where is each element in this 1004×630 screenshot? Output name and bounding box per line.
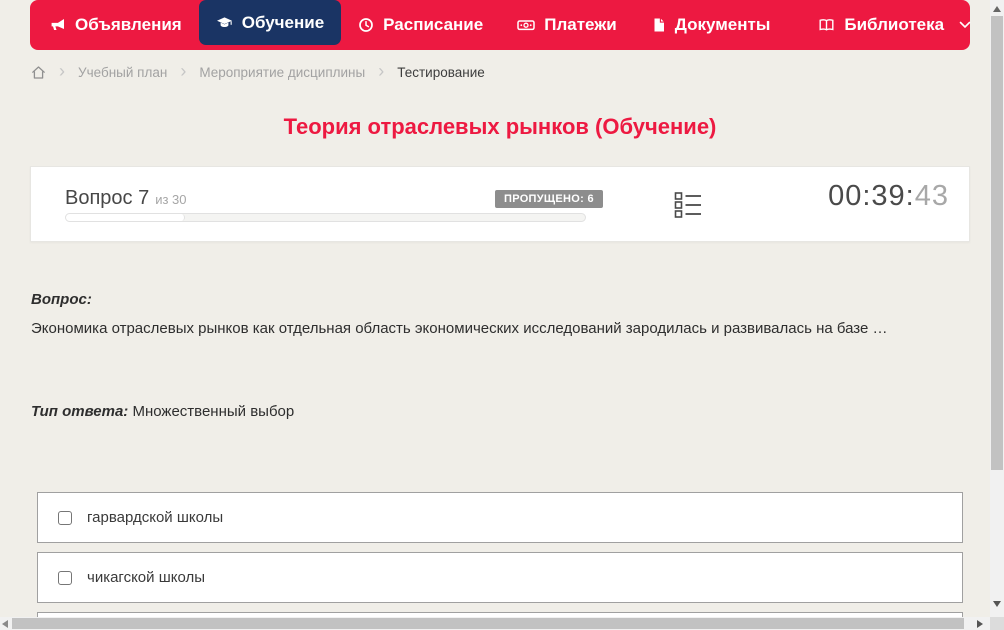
nav-item-label: Документы bbox=[674, 15, 771, 34]
nav-item-label: Объявления bbox=[75, 15, 182, 34]
quiz-page: Объявления Обучение Расписание Платежи Д… bbox=[0, 0, 1004, 630]
vertical-scrollbar[interactable] bbox=[990, 0, 1004, 617]
question-total-label: из 30 bbox=[155, 192, 187, 207]
skipped-badge: ПРОПУЩЕНО: 6 bbox=[495, 190, 603, 208]
answer-type-value: Множественный выбор bbox=[132, 403, 295, 420]
answer-option-1[interactable]: гарвардской школы bbox=[37, 492, 963, 543]
breadcrumb-item-testing: Тестирование bbox=[397, 64, 485, 80]
breadcrumb-separator: › bbox=[59, 61, 65, 81]
document-icon bbox=[651, 17, 666, 33]
breadcrumb-item-curriculum[interactable]: Учебный план bbox=[78, 65, 167, 80]
home-icon[interactable] bbox=[31, 65, 46, 80]
page-title: Теория отраслевых рынков (Обучение) bbox=[283, 114, 717, 139]
horizontal-scrollbar-thumb[interactable] bbox=[12, 618, 964, 629]
main-nav: Объявления Обучение Расписание Платежи Д… bbox=[30, 0, 971, 50]
breadcrumb: › Учебный план › Мероприятие дисциплины … bbox=[31, 60, 485, 84]
nav-item-schedule[interactable]: Расписание bbox=[341, 0, 500, 50]
timer-minutes: 00:39: bbox=[828, 180, 915, 212]
answer-option-label: чикагской школы bbox=[87, 569, 206, 586]
nav-item-payments[interactable]: Платежи bbox=[500, 0, 634, 50]
nav-item-learning[interactable]: Обучение bbox=[198, 0, 342, 45]
timer: 00:39:43 bbox=[828, 180, 949, 213]
clock-icon bbox=[358, 17, 374, 33]
scroll-left-arrow-icon[interactable] bbox=[2, 620, 8, 628]
question-number: Вопрос 7 из 30 bbox=[65, 187, 187, 210]
nav-item-label: Платежи bbox=[544, 15, 617, 34]
answer-type-label: Тип ответа: bbox=[31, 403, 129, 420]
scroll-up-arrow-icon[interactable] bbox=[993, 6, 1001, 12]
nav-item-library[interactable]: Библиотека bbox=[801, 0, 988, 50]
answer-option-2[interactable]: чикагской школы bbox=[37, 552, 963, 603]
nav-item-documents[interactable]: Документы bbox=[634, 0, 788, 50]
vertical-scrollbar-thumb[interactable] bbox=[991, 16, 1003, 470]
answer-type-row: Тип ответа: Множественный выбор bbox=[31, 403, 294, 420]
nav-item-label: Обучение bbox=[241, 12, 325, 32]
scroll-right-arrow-icon[interactable] bbox=[977, 620, 983, 628]
answer-checkbox-1[interactable] bbox=[58, 510, 72, 525]
chevron-down-icon bbox=[959, 21, 971, 29]
open-book-icon bbox=[818, 17, 835, 33]
graduation-cap-icon bbox=[216, 15, 233, 31]
question-prompt-label: Вопрос: bbox=[31, 291, 92, 308]
scrollbar-corner bbox=[990, 617, 1004, 630]
scroll-down-arrow-icon[interactable] bbox=[993, 601, 1001, 607]
question-text: Экономика отраслевых рынков как отдельна… bbox=[31, 320, 888, 337]
breadcrumb-separator: › bbox=[378, 61, 385, 81]
question-list-icon[interactable] bbox=[674, 191, 702, 219]
progress-bar bbox=[65, 213, 586, 222]
question-number-label: Вопрос 7 bbox=[65, 187, 150, 209]
nav-item-label: Библиотека bbox=[844, 15, 945, 34]
progress-fill bbox=[66, 214, 186, 221]
question-header-card: Вопрос 7 из 30 ПРОПУЩЕНО: 6 00:39:43 bbox=[30, 166, 970, 242]
horizontal-scrollbar[interactable] bbox=[0, 617, 990, 630]
nav-item-announcements[interactable]: Объявления bbox=[33, 0, 199, 50]
breadcrumb-separator: › bbox=[180, 61, 187, 81]
breadcrumb-item-discipline-event[interactable]: Мероприятие дисциплины bbox=[199, 65, 365, 80]
answer-option-label: гарвардской школы bbox=[87, 509, 224, 526]
timer-seconds: 43 bbox=[914, 180, 949, 212]
answer-checkbox-2[interactable] bbox=[58, 570, 72, 585]
nav-item-label: Расписание bbox=[383, 15, 484, 34]
banknote-icon bbox=[517, 17, 535, 33]
megaphone-icon bbox=[50, 17, 66, 33]
